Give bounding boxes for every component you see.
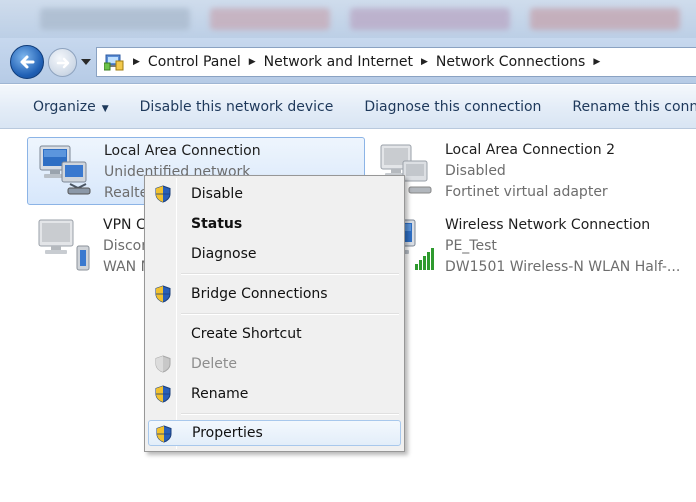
menu-separator <box>181 273 399 275</box>
breadcrumb-arrow-icon[interactable]: ▶ <box>133 57 140 67</box>
connection-local-area-2[interactable]: Local Area Connection 2 Disabled Fortine… <box>369 137 689 205</box>
uac-shield-icon <box>155 385 171 403</box>
command-bar: Organize ▼ Disable this network device Di… <box>0 85 696 129</box>
menu-item-bridge-connections[interactable]: Bridge Connections <box>148 281 401 307</box>
connection-name: Local Area Connection <box>104 143 261 159</box>
forward-arrow-icon <box>56 57 69 68</box>
rename-button[interactable]: Rename this connection <box>552 99 696 115</box>
back-button[interactable] <box>10 45 44 79</box>
breadcrumb-arrow-icon[interactable]: ▶ <box>593 57 600 67</box>
back-arrow-icon <box>20 55 35 69</box>
wireless-signal-icon <box>415 248 434 270</box>
chevron-down-icon: ▼ <box>101 103 109 114</box>
breadcrumb-arrow-icon[interactable]: ▶ <box>249 57 256 67</box>
organize-menu[interactable]: Organize ▼ <box>0 99 120 115</box>
menu-item-diagnose[interactable]: Diagnose <box>148 241 401 267</box>
window-title-strip <box>0 0 696 38</box>
menu-item-delete: Delete <box>148 351 401 377</box>
menu-separator <box>181 413 399 415</box>
context-menu: Disable Status Diagnose Bridge Connectio… <box>144 175 405 452</box>
vpn-computer-icon <box>38 219 90 271</box>
connection-status: PE_Test <box>445 238 497 254</box>
connection-status: Disabled <box>445 163 506 179</box>
menu-item-create-shortcut[interactable]: Create Shortcut <box>148 321 401 347</box>
chevron-down-icon <box>81 59 91 65</box>
uac-shield-icon <box>155 285 171 303</box>
breadcrumb-arrow-icon[interactable]: ▶ <box>421 57 428 67</box>
connection-name: Wireless Network Connection <box>445 217 651 233</box>
navigation-bar: ▶ Control Panel ▶ Network and Internet ▶… <box>0 38 696 84</box>
connection-name: Local Area Connection 2 <box>445 142 615 158</box>
address-bar[interactable]: ▶ Control Panel ▶ Network and Internet ▶… <box>96 47 696 77</box>
menu-separator <box>181 313 399 315</box>
disable-device-button[interactable]: Disable this network device <box>120 99 345 115</box>
breadcrumb-control-panel[interactable]: Control Panel <box>148 54 241 70</box>
menu-item-properties[interactable]: Properties <box>148 420 401 446</box>
uac-shield-icon <box>155 185 171 203</box>
connection-device: Fortinet virtual adapter <box>445 184 608 200</box>
breadcrumb-network-and-internet[interactable]: Network and Internet <box>264 54 413 70</box>
menu-item-rename[interactable]: Rename <box>148 381 401 407</box>
uac-shield-icon <box>156 425 172 443</box>
uac-shield-disabled-icon <box>155 355 171 373</box>
menu-item-disable[interactable]: Disable <box>148 181 401 207</box>
diagnose-button[interactable]: Diagnose this connection <box>344 99 552 115</box>
connection-device: DW1501 Wireless-N WLAN Half-... <box>445 259 681 275</box>
connection-wireless[interactable]: Wireless Network Connection PE_Test DW15… <box>369 212 689 280</box>
control-panel-icon <box>103 52 125 72</box>
menu-item-status[interactable]: Status <box>148 211 401 237</box>
network-computer-icon <box>39 145 91 195</box>
recent-pages-dropdown[interactable] <box>80 55 92 69</box>
forward-button[interactable] <box>48 48 77 77</box>
breadcrumb-network-connections[interactable]: Network Connections <box>436 54 585 70</box>
